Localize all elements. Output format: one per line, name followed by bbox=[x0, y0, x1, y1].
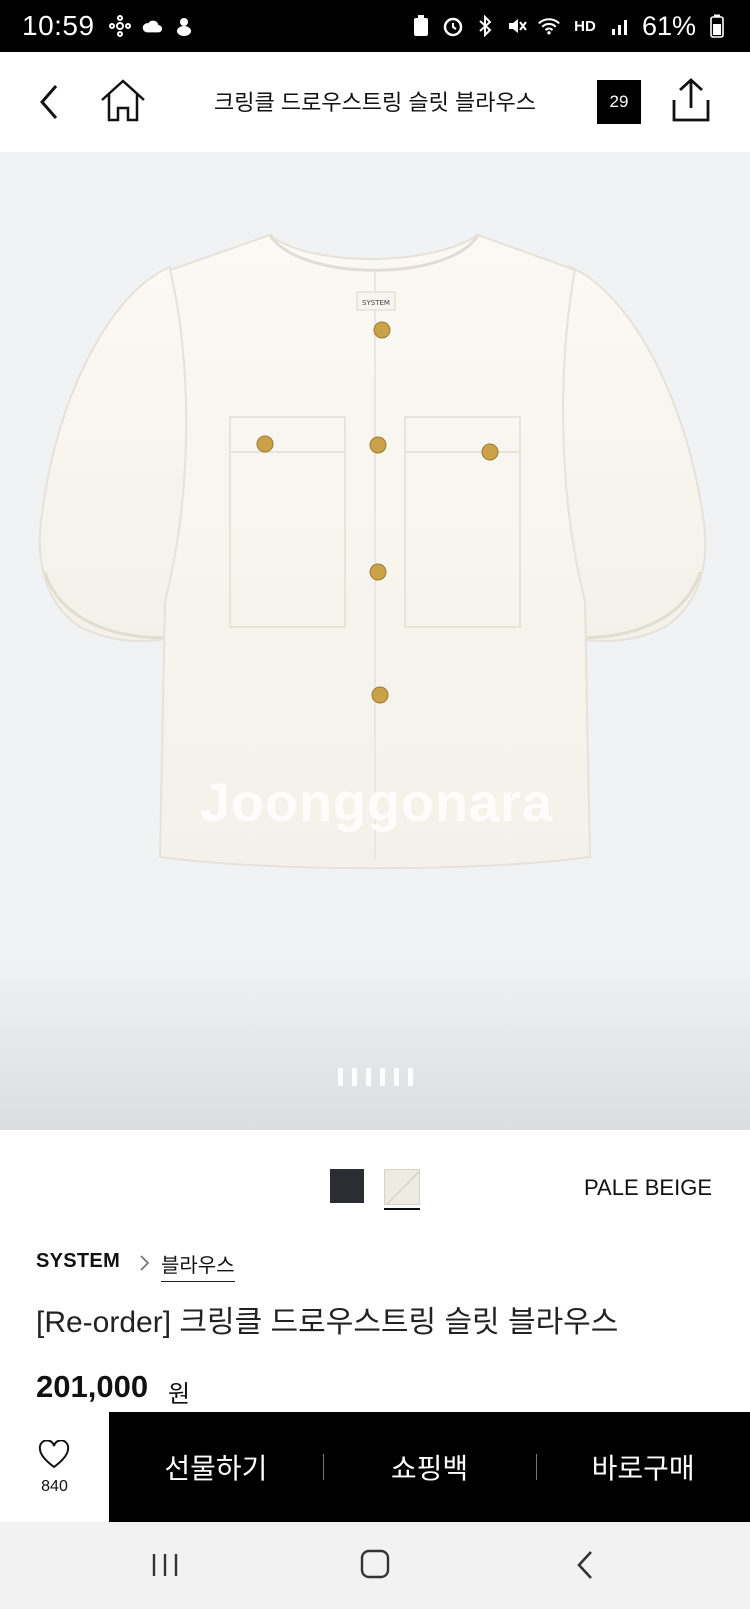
back-icon bbox=[40, 85, 58, 119]
product-name: [Re-order] 크링클 드로우스트링 슬릿 블라우스 bbox=[36, 1306, 619, 1339]
battery-icon bbox=[706, 14, 728, 38]
product-price: 201,000 bbox=[36, 1369, 149, 1404]
battery-percent: 61% bbox=[641, 10, 696, 41]
category-link[interactable]: 블라우스 bbox=[161, 1249, 235, 1282]
system-back-button[interactable] bbox=[575, 1549, 595, 1581]
watermark: Joonggonara bbox=[200, 773, 554, 833]
page-dot[interactable] bbox=[379, 1068, 385, 1086]
system-navigation-bar bbox=[0, 1522, 750, 1609]
page-title: 크링클 드로우스트링 슬릿 블라우스 bbox=[214, 90, 536, 115]
gift-button[interactable]: 선물하기 bbox=[109, 1412, 323, 1522]
blouse-photo: SYSTEM bbox=[38, 233, 707, 870]
page-dot[interactable] bbox=[393, 1068, 399, 1086]
system-home-icon bbox=[360, 1549, 390, 1579]
system-home-button[interactable] bbox=[360, 1548, 390, 1580]
product-image-gallery[interactable]: SYSTEM Joonggonara bbox=[0, 152, 750, 1130]
back-button[interactable] bbox=[30, 80, 74, 124]
alarm-icon bbox=[442, 15, 464, 37]
brand-link[interactable]: SYSTEM bbox=[36, 1250, 120, 1273]
app-notification-icon bbox=[173, 15, 195, 37]
status-bar: 10:59 HD 61% bbox=[0, 0, 750, 52]
like-button[interactable]: 840 bbox=[0, 1412, 109, 1522]
svg-text:SYSTEM: SYSTEM bbox=[362, 299, 390, 307]
network-icon bbox=[108, 15, 131, 37]
app-header: 크링클 드로우스트링 슬릿 블라우스 29 bbox=[0, 52, 750, 152]
cart-count-badge[interactable]: 29 bbox=[597, 80, 641, 124]
shopping-bag-button[interactable]: 쇼핑백 bbox=[322, 1412, 537, 1522]
color-swatch-pale-beige[interactable] bbox=[384, 1169, 420, 1205]
battery-saver-icon bbox=[410, 15, 432, 37]
like-count: 840 bbox=[41, 1478, 68, 1495]
status-time: 10:59 bbox=[22, 10, 95, 41]
status-left-icons bbox=[108, 15, 195, 37]
action-bar: 선물하기 쇼핑백 바로구매 bbox=[109, 1412, 750, 1522]
home-button[interactable] bbox=[98, 76, 148, 126]
page-dot[interactable] bbox=[351, 1068, 357, 1086]
share-icon bbox=[672, 78, 710, 122]
page-dot[interactable] bbox=[407, 1068, 413, 1086]
selected-swatch-indicator bbox=[384, 1208, 420, 1210]
selected-color-name: PALE BEIGE bbox=[584, 1175, 712, 1200]
page-dot[interactable] bbox=[337, 1068, 343, 1086]
wifi-icon bbox=[538, 15, 560, 37]
buy-now-button[interactable]: 바로구매 bbox=[536, 1412, 750, 1522]
system-back-icon bbox=[577, 1551, 592, 1579]
mute-icon bbox=[506, 15, 528, 37]
bluetooth-icon bbox=[474, 15, 496, 37]
page-dot[interactable] bbox=[365, 1068, 371, 1086]
recent-apps-icon bbox=[152, 1554, 178, 1576]
cloud-icon bbox=[141, 15, 163, 37]
chevron-right-icon bbox=[138, 1253, 152, 1273]
recent-apps-button[interactable] bbox=[150, 1552, 180, 1578]
status-right-icons: HD 61% bbox=[410, 11, 728, 42]
color-swatch-dark[interactable] bbox=[330, 1169, 364, 1203]
home-icon bbox=[101, 79, 145, 122]
gallery-pagination bbox=[0, 1068, 750, 1086]
hd-voice-icon: HD bbox=[574, 17, 596, 35]
heart-icon bbox=[38, 1440, 70, 1469]
signal-icon bbox=[610, 15, 632, 37]
price-currency: 원 bbox=[168, 1381, 191, 1408]
share-button[interactable] bbox=[668, 76, 714, 126]
